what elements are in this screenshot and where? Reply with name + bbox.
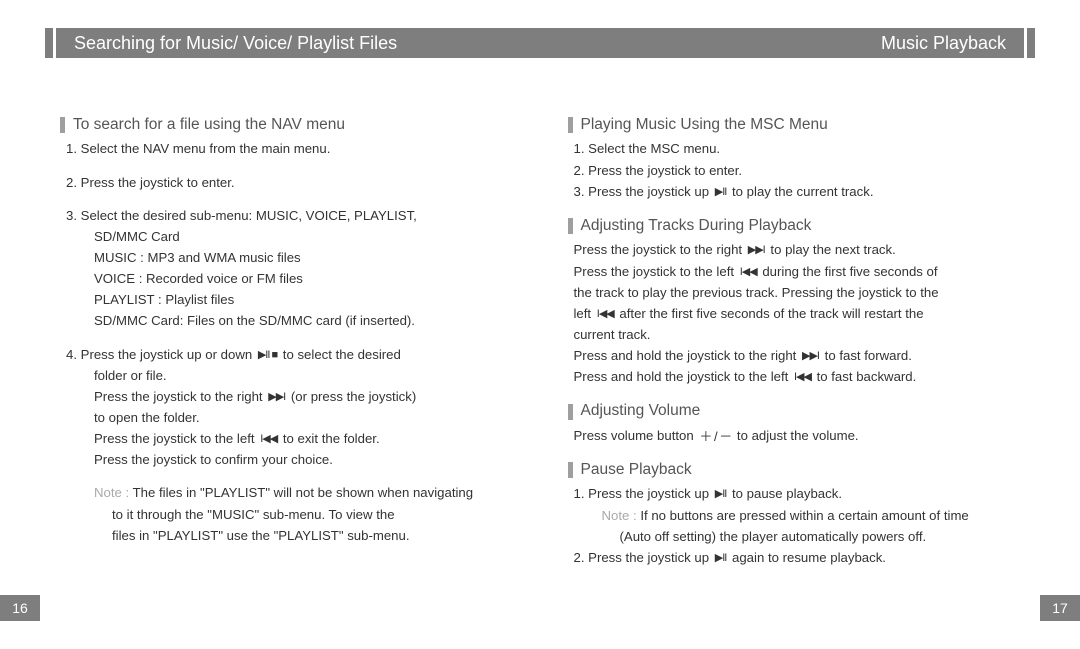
section-mark-icon xyxy=(60,117,65,133)
note-line: to it through the "MUSIC" sub-menu. To v… xyxy=(66,505,513,524)
play-pause-icon: ▶II xyxy=(715,187,727,198)
step-text: Press the joystick to the right ▶▶I to p… xyxy=(574,240,1021,259)
step-text: Press the joystick to the left I◀◀ durin… xyxy=(574,262,1021,281)
section-header-tracks: Adjusting Tracks During Playback xyxy=(568,215,1021,237)
section-title: Adjusting Tracks During Playback xyxy=(581,215,812,237)
page-number-right: 17 xyxy=(1040,595,1080,621)
section-mark-icon xyxy=(568,462,573,478)
step-text: Press and hold the joystick to the left … xyxy=(574,367,1021,386)
step-text: MUSIC : MP3 and WMA music files xyxy=(66,248,513,267)
step-text: 2. Press the joystick to enter. xyxy=(574,161,1021,180)
step-text: folder or file. xyxy=(66,366,513,385)
note-line: Note : If no buttons are pressed within … xyxy=(574,506,1021,525)
step-text: Press the joystick to the left I◀◀ to ex… xyxy=(66,429,513,448)
section-header-volume: Adjusting Volume xyxy=(568,400,1021,422)
section-body: 1. Press the joystick up ▶II to pause pl… xyxy=(568,484,1021,567)
prev-track-icon: I◀◀ xyxy=(260,434,277,445)
step-text: 2. Press the joystick to enter. xyxy=(66,173,513,192)
step-text: Press volume button ＋ / － to adjust the … xyxy=(574,426,1021,445)
step-text: the track to play the previous track. Pr… xyxy=(574,283,1021,302)
step-text: Press and hold the joystick to the right… xyxy=(574,346,1021,365)
footer: 16 17 xyxy=(0,595,1080,621)
section-mark-icon xyxy=(568,404,573,420)
manual-page: Searching for Music/ Voice/ Playlist Fil… xyxy=(0,0,1080,649)
content-area: To search for a file using the NAV menu … xyxy=(60,110,1020,579)
section-mark-icon xyxy=(568,218,573,234)
prev-track-icon: I◀◀ xyxy=(794,372,811,383)
step-text: to open the folder. xyxy=(66,408,513,427)
section-title: To search for a file using the NAV menu xyxy=(73,114,345,136)
page-number-left: 16 xyxy=(0,595,40,621)
note-label: Note : xyxy=(94,485,129,500)
section-body: 1. Select the NAV menu from the main men… xyxy=(60,139,513,544)
step-text: 1. Press the joystick up ▶II to pause pl… xyxy=(574,484,1021,503)
step-text: SD/MMC Card: Files on the SD/MMC card (i… xyxy=(66,311,513,330)
section-body: Press the joystick to the right ▶▶I to p… xyxy=(568,240,1021,386)
step-text: 1. Select the MSC menu. xyxy=(574,139,1021,158)
next-track-icon: ▶▶I xyxy=(748,245,765,256)
step-text: 1. Select the NAV menu from the main men… xyxy=(66,139,513,158)
header-right-title: Music Playback xyxy=(881,33,1024,54)
note-label: Note : xyxy=(602,508,637,523)
volume-icon: ＋ / － xyxy=(699,430,731,443)
step-text: current track. xyxy=(574,325,1021,344)
next-track-icon: ▶▶I xyxy=(802,351,819,362)
step-text: Press the joystick to confirm your choic… xyxy=(66,450,513,469)
play-pause-icon: ▶II xyxy=(715,553,727,564)
step-text: 4. Press the joystick up or down ▶II ■ t… xyxy=(66,345,513,364)
section-title: Adjusting Volume xyxy=(581,400,701,422)
right-column: Playing Music Using the MSC Menu 1. Sele… xyxy=(568,110,1021,579)
note-line: Note : The files in "PLAYLIST" will not … xyxy=(66,483,513,502)
play-pause-stop-icon: ▶II ■ xyxy=(258,350,277,361)
prev-track-icon: I◀◀ xyxy=(597,309,614,320)
play-pause-icon: ▶II xyxy=(715,489,727,500)
note-line: (Auto off setting) the player automatica… xyxy=(574,527,1021,546)
note-line: files in "PLAYLIST" use the "PLAYLIST" s… xyxy=(66,526,513,545)
section-header-pause: Pause Playback xyxy=(568,459,1021,481)
next-track-icon: ▶▶I xyxy=(268,392,285,403)
step-text: 2. Press the joystick up ▶II again to re… xyxy=(574,548,1021,567)
step-text: PLAYLIST : Playlist files xyxy=(66,290,513,309)
step-text: VOICE : Recorded voice or FM files xyxy=(66,269,513,288)
step-text: SD/MMC Card xyxy=(66,227,513,246)
section-header-msc: Playing Music Using the MSC Menu xyxy=(568,114,1021,136)
step-text: Press the joystick to the right ▶▶I (or … xyxy=(66,387,513,406)
section-body: 1. Select the MSC menu. 2. Press the joy… xyxy=(568,139,1021,200)
header-bar: Searching for Music/ Voice/ Playlist Fil… xyxy=(45,28,1035,58)
section-body: Press volume button ＋ / － to adjust the … xyxy=(568,426,1021,445)
section-title: Pause Playback xyxy=(581,459,692,481)
step-text: 3. Press the joystick up ▶II to play the… xyxy=(574,182,1021,201)
section-title: Playing Music Using the MSC Menu xyxy=(581,114,828,136)
section-mark-icon xyxy=(568,117,573,133)
step-text: left I◀◀ after the first five seconds of… xyxy=(574,304,1021,323)
step-text: 3. Select the desired sub-menu: MUSIC, V… xyxy=(66,206,513,225)
section-header-nav-search: To search for a file using the NAV menu xyxy=(60,114,513,136)
left-column: To search for a file using the NAV menu … xyxy=(60,110,513,579)
prev-track-icon: I◀◀ xyxy=(740,267,757,278)
header-left-title: Searching for Music/ Voice/ Playlist Fil… xyxy=(56,33,397,54)
